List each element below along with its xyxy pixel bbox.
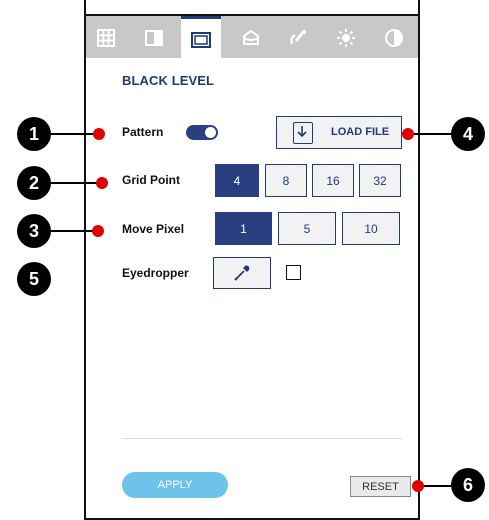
download-icon	[293, 122, 313, 144]
tool-black-level[interactable]	[181, 16, 221, 60]
load-file-button[interactable]: LOAD FILE	[276, 116, 402, 149]
eyedropper-icon	[234, 265, 250, 281]
tool-contrast[interactable]	[374, 16, 414, 60]
load-file-label: LOAD FILE	[331, 126, 390, 138]
tool-grid[interactable]	[86, 16, 126, 60]
grid-point-option-32[interactable]: 32	[359, 164, 401, 197]
grid-point-label: Grid Point	[122, 173, 180, 187]
brush-icon	[290, 30, 306, 45]
contrast-icon	[385, 29, 403, 47]
divider	[122, 438, 402, 439]
callout-dot	[92, 225, 104, 237]
callout-6: 6	[451, 468, 485, 502]
callout-dot	[412, 480, 424, 492]
tool-brightness[interactable]	[326, 16, 366, 60]
callout-3: 3	[17, 214, 51, 248]
callout-dot	[96, 177, 108, 189]
grid-point-option-8[interactable]: 8	[265, 164, 307, 197]
eyedropper-label: Eyedropper	[122, 266, 189, 280]
pattern-label: Pattern	[122, 125, 164, 139]
half-panel-icon	[145, 30, 163, 46]
callout-dot	[402, 128, 414, 140]
tool-half-panel[interactable]	[134, 16, 174, 60]
move-pixel-option-5[interactable]: 5	[278, 212, 336, 245]
bucket-icon	[243, 29, 259, 45]
tool-brush[interactable]	[278, 16, 318, 60]
move-pixel-option-1[interactable]: 1	[215, 212, 272, 245]
panel-title: BLACK LEVEL	[122, 73, 215, 88]
callout-line	[408, 133, 452, 135]
apply-button[interactable]: APPLY	[122, 472, 228, 498]
grid-point-option-16[interactable]: 16	[312, 164, 354, 197]
toggle-knob	[205, 127, 216, 138]
toolbar	[84, 14, 420, 60]
move-pixel-option-10[interactable]: 10	[342, 212, 400, 245]
callout-2: 2	[17, 166, 51, 200]
grid-icon	[97, 29, 115, 47]
callout-5: 5	[17, 262, 51, 296]
tool-bucket[interactable]	[231, 16, 271, 60]
callout-line	[51, 182, 101, 184]
grid-point-option-4[interactable]: 4	[215, 164, 259, 197]
pattern-toggle[interactable]	[186, 125, 218, 140]
brightness-icon	[337, 29, 355, 47]
callout-dot	[93, 128, 105, 140]
eyedropper-checkbox[interactable]	[286, 265, 301, 280]
reset-button[interactable]: RESET	[350, 476, 411, 497]
eyedropper-button[interactable]	[213, 257, 271, 289]
callout-1: 1	[17, 117, 51, 151]
move-pixel-label: Move Pixel	[122, 222, 185, 236]
callout-4: 4	[451, 117, 485, 151]
callout-line	[51, 133, 99, 135]
black-level-icon	[191, 31, 211, 48]
callout-line	[51, 230, 97, 232]
